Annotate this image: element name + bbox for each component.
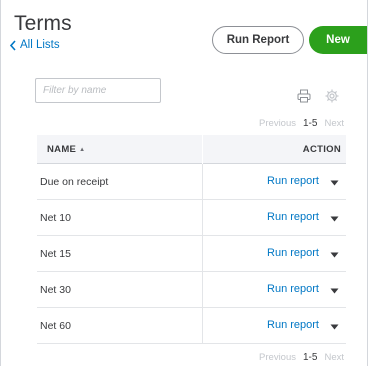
- table-header: NAME ▲ ACTION: [37, 135, 346, 164]
- pager-top: Previous 1-5 Next: [259, 118, 344, 129]
- column-header-name-label: NAME: [47, 144, 77, 155]
- run-report-link[interactable]: Run report: [267, 247, 319, 259]
- column-divider: [202, 135, 203, 164]
- table-row: Net 60 Run report: [37, 308, 346, 344]
- pager-bottom: Previous 1-5 Next: [259, 352, 344, 363]
- run-report-button[interactable]: Run Report: [212, 26, 304, 54]
- term-name: Net 60: [40, 320, 71, 332]
- pager-range: 1-5: [303, 352, 318, 363]
- column-divider: [202, 236, 203, 272]
- all-lists-link[interactable]: All Lists: [8, 39, 60, 51]
- pager-next[interactable]: Next: [324, 118, 344, 129]
- chevron-left-icon: [9, 39, 16, 51]
- table-row: Net 10 Run report: [37, 200, 346, 236]
- new-button[interactable]: New: [309, 26, 367, 54]
- column-divider: [202, 272, 203, 308]
- table-row: Net 30 Run report: [37, 272, 346, 308]
- run-report-link[interactable]: Run report: [267, 319, 319, 331]
- term-name: Net 10: [40, 212, 71, 224]
- pager-next[interactable]: Next: [324, 352, 344, 363]
- column-divider: [202, 308, 203, 344]
- column-divider: [202, 200, 203, 236]
- caret-down-icon[interactable]: [330, 288, 339, 294]
- run-report-link[interactable]: Run report: [267, 283, 319, 295]
- pager-range: 1-5: [303, 118, 318, 129]
- caret-down-icon[interactable]: [330, 252, 339, 258]
- column-header-name[interactable]: NAME ▲: [47, 144, 85, 155]
- page-title: Terms: [14, 12, 72, 35]
- term-name: Net 30: [40, 284, 71, 296]
- terms-table: NAME ▲ ACTION Due on receipt Run report N…: [37, 135, 346, 344]
- sort-ascending-icon: ▲: [79, 147, 86, 153]
- pager-previous[interactable]: Previous: [259, 352, 296, 363]
- gear-icon[interactable]: [325, 89, 339, 103]
- caret-down-icon[interactable]: [330, 216, 339, 222]
- run-report-link[interactable]: Run report: [267, 211, 319, 223]
- term-name: Due on receipt: [40, 176, 109, 188]
- run-report-link[interactable]: Run report: [267, 175, 319, 187]
- printer-icon[interactable]: [297, 89, 311, 103]
- frame-border-left: [0, 0, 1, 366]
- caret-down-icon[interactable]: [330, 180, 339, 186]
- table-row: Net 15 Run report: [37, 236, 346, 272]
- all-lists-label: All Lists: [20, 39, 60, 51]
- caret-down-icon[interactable]: [330, 324, 339, 330]
- pager-previous[interactable]: Previous: [259, 118, 296, 129]
- term-name: Net 15: [40, 248, 71, 260]
- filter-by-name-input[interactable]: [35, 78, 161, 103]
- column-header-action: ACTION: [302, 144, 341, 155]
- column-divider: [202, 164, 203, 200]
- table-row: Due on receipt Run report: [37, 164, 346, 200]
